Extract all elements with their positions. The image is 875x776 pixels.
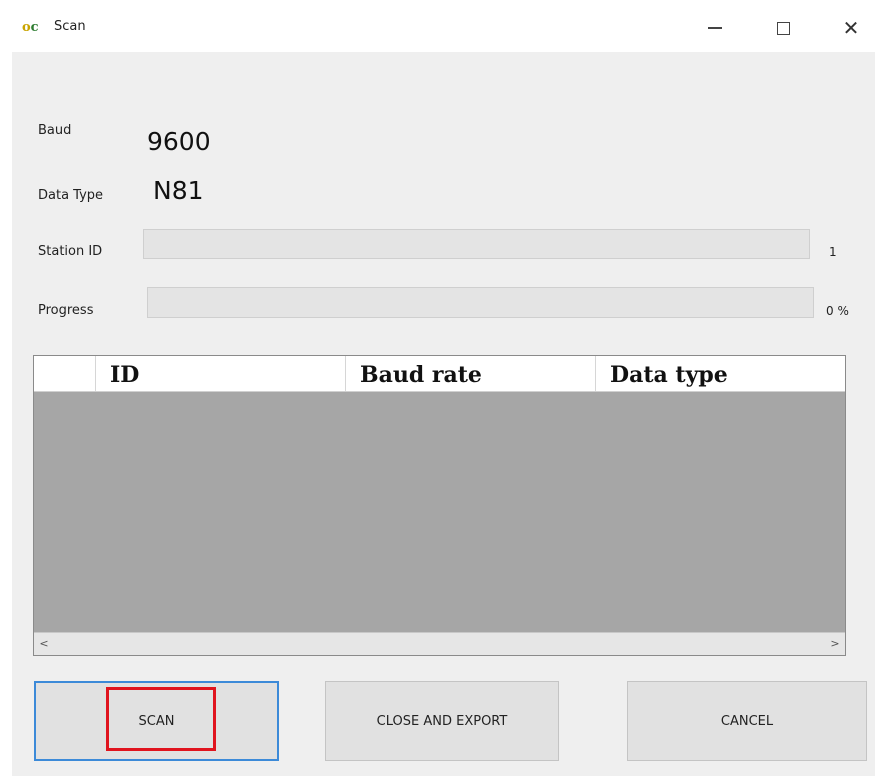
data-type-label: Data Type bbox=[38, 188, 104, 203]
scroll-right-icon[interactable]: > bbox=[827, 635, 843, 653]
close-icon[interactable]: ✕ bbox=[836, 14, 866, 42]
title-bar[interactable]: oc Scan ✕ bbox=[12, 0, 875, 52]
station-id-label: Station ID bbox=[38, 244, 103, 259]
progress-bar bbox=[147, 287, 814, 318]
scan-highlight-box bbox=[106, 687, 216, 751]
window-title: Scan bbox=[54, 19, 86, 34]
scroll-left-icon[interactable]: < bbox=[36, 635, 52, 653]
scan-results-table[interactable]: ID Baud rate Data type < > bbox=[33, 355, 846, 656]
minimize-icon[interactable] bbox=[700, 14, 730, 42]
column-header-data-type[interactable]: Data type bbox=[596, 356, 845, 391]
station-id-bar bbox=[143, 229, 810, 259]
close-and-export-button[interactable]: CLOSE AND EXPORT bbox=[325, 681, 559, 761]
app-icon: oc bbox=[22, 20, 39, 35]
baud-value: 9600 bbox=[147, 127, 211, 156]
maximize-icon[interactable] bbox=[768, 14, 798, 42]
horizontal-scrollbar[interactable]: < > bbox=[34, 632, 845, 655]
column-header-baud-rate[interactable]: Baud rate bbox=[346, 356, 596, 391]
scan-window: oc Scan ✕ Baud 9600 Data Type N81 Statio… bbox=[0, 0, 875, 776]
data-type-value: N81 bbox=[153, 176, 204, 205]
window-left-edge bbox=[0, 0, 12, 776]
cancel-button[interactable]: CANCEL bbox=[627, 681, 867, 761]
station-id-value: 1 bbox=[829, 245, 837, 259]
column-header-id[interactable]: ID bbox=[96, 356, 346, 391]
table-header: ID Baud rate Data type bbox=[34, 356, 845, 392]
progress-value: 0 % bbox=[826, 304, 849, 318]
table-header-corner bbox=[34, 356, 96, 391]
progress-label: Progress bbox=[38, 303, 94, 318]
baud-label: Baud bbox=[38, 123, 72, 138]
